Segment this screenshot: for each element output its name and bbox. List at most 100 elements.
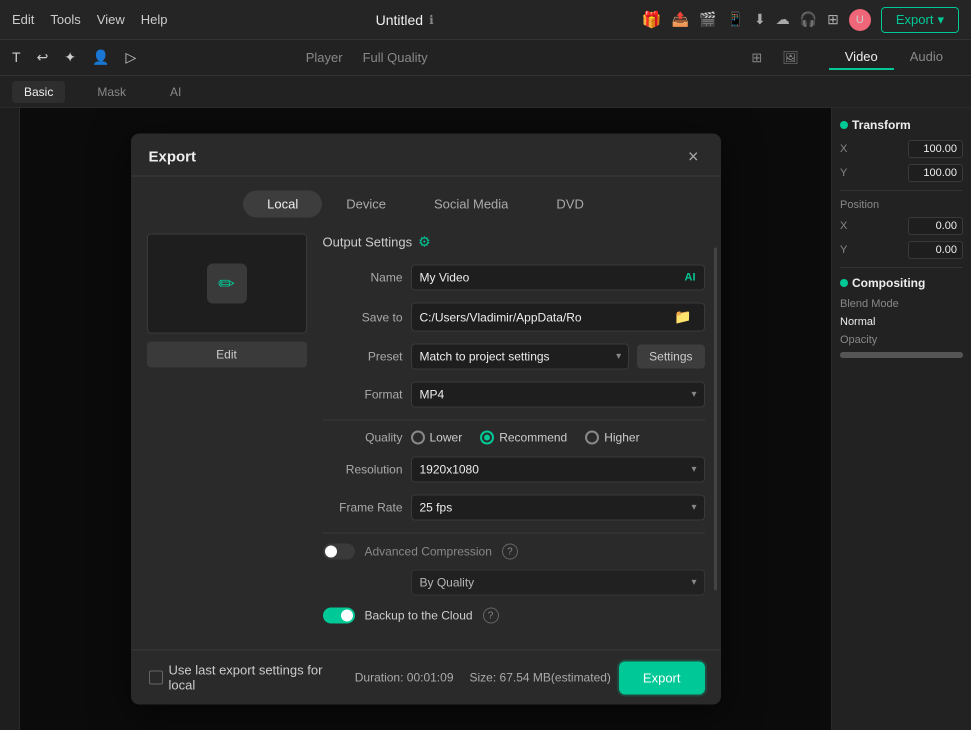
menu-tools[interactable]: Tools [50, 12, 80, 27]
toolbar: T ↩ ✦ 👤 ▷ Player Full Quality ⊞ 🖼 Video … [0, 40, 971, 76]
quality-radio-group: Lower Recommend Higher [411, 431, 640, 445]
quality-lower-radio[interactable] [411, 431, 425, 445]
tab-player[interactable]: Player [306, 46, 343, 69]
project-title: Untitled [376, 12, 423, 28]
modal-tab-dvd[interactable]: DVD [532, 191, 607, 218]
folder-browse-button[interactable]: 📁 [670, 309, 695, 326]
right-properties-panel: Transform X Y Position X Y Compositing B… [831, 108, 971, 730]
compositing-dot [840, 279, 848, 287]
pos-x-input[interactable] [908, 217, 963, 235]
menu-help[interactable]: Help [141, 12, 168, 27]
frame-rate-select-wrapper: 25 fps ▾ [411, 495, 705, 521]
tab-audio[interactable]: Audio [894, 45, 959, 70]
preset-row: Preset Match to project settings ▾ Setti… [323, 344, 705, 370]
last-settings-checkbox[interactable] [149, 671, 163, 685]
modal-header: Export × [131, 134, 721, 177]
upload-icon[interactable]: ☁ [776, 11, 790, 28]
export-modal: Export × Local Device Social Media DVD ✏… [131, 134, 721, 705]
format-select[interactable]: MP4 [411, 382, 705, 408]
menu-edit[interactable]: Edit [12, 12, 34, 27]
save-to-row: Save to 📁 [323, 303, 705, 332]
save-to-label: Save to [323, 310, 403, 324]
modal-tab-device[interactable]: Device [322, 191, 410, 218]
scale-y-input[interactable] [908, 164, 963, 182]
effects-tool[interactable]: 👤 [92, 49, 109, 66]
save-to-input-wrapper: 📁 [411, 303, 705, 332]
scale-x-input[interactable] [908, 140, 963, 158]
export-top-button[interactable]: Export ▾ [881, 7, 959, 33]
edit-thumbnail-button[interactable]: Edit [147, 342, 307, 368]
quality-recommend-radio[interactable] [480, 431, 494, 445]
name-row: Name AI [323, 265, 705, 291]
settings-section: Output Settings ⚙ Name AI Save to [323, 234, 705, 634]
resolution-select[interactable]: 1920x1080 [411, 457, 705, 483]
text-tool[interactable]: T [12, 49, 21, 66]
quality-recommend[interactable]: Recommend [480, 431, 567, 445]
avatar[interactable]: U [849, 9, 871, 31]
tab-mask[interactable]: Mask [85, 81, 138, 103]
name-input-wrapper: AI [411, 265, 705, 291]
shape-tool[interactable]: ✦ [64, 49, 76, 66]
by-quality-select[interactable]: By Quality [411, 570, 705, 596]
preset-select-wrapper: Match to project settings ▾ [411, 344, 630, 370]
quality-higher[interactable]: Higher [585, 431, 639, 445]
quality-label: Quality [323, 431, 403, 445]
preset-settings-button[interactable]: Settings [637, 345, 704, 369]
tab-video[interactable]: Video [829, 45, 894, 70]
preset-select[interactable]: Match to project settings [411, 344, 630, 370]
save-to-input[interactable] [420, 310, 671, 324]
backup-toggle[interactable] [323, 608, 355, 624]
quality-row: Quality Lower Recommend [323, 431, 705, 445]
menu-bar: Edit Tools View Help [12, 12, 167, 27]
opacity-slider[interactable] [840, 352, 963, 358]
advanced-compression-label: Advanced Compression [365, 545, 492, 559]
tab-grid[interactable]: ⊞ [741, 46, 772, 70]
pos-y-row: Y [840, 241, 963, 259]
tab-image[interactable]: 🖼 [772, 46, 809, 70]
format-row: Format MP4 ▾ [323, 382, 705, 408]
tab-basic[interactable]: Basic [12, 81, 65, 103]
backup-row: Backup to the Cloud ? [323, 608, 705, 624]
gift-icon[interactable]: 🎁 [642, 10, 662, 30]
download-icon[interactable]: ⬇ [754, 11, 766, 28]
headset-icon[interactable]: 🎧 [800, 11, 817, 28]
pos-y-input[interactable] [908, 241, 963, 259]
capture-icon[interactable]: 🎬 [699, 11, 716, 28]
blend-mode-label: Blend Mode [840, 298, 899, 310]
format-select-wrapper: MP4 ▾ [411, 382, 705, 408]
modal-close-button[interactable]: × [684, 148, 703, 166]
tab-full-quality[interactable]: Full Quality [363, 46, 428, 69]
advanced-help-icon[interactable]: ? [502, 544, 518, 560]
position-row: Position [840, 199, 963, 211]
modal-title: Export [149, 148, 197, 165]
advanced-compression-toggle[interactable] [323, 544, 355, 560]
export-final-button[interactable]: Export [621, 663, 703, 692]
grid-icon[interactable]: ⊞ [827, 11, 839, 28]
name-input[interactable] [420, 271, 685, 285]
menu-view[interactable]: View [97, 12, 125, 27]
frame-rate-select[interactable]: 25 fps [411, 495, 705, 521]
sticker-tool[interactable]: ▷ [125, 49, 136, 66]
prop-divider-2 [840, 267, 963, 268]
title-info-icon: ℹ [429, 13, 434, 27]
backup-help-icon[interactable]: ? [483, 608, 499, 624]
share-icon[interactable]: 📤 [672, 11, 689, 28]
preset-label: Preset [323, 350, 403, 364]
quality-higher-radio[interactable] [585, 431, 599, 445]
phone-icon[interactable]: 📱 [727, 11, 744, 28]
divider-2 [323, 533, 705, 534]
advanced-compression-row: Advanced Compression ? [323, 544, 705, 560]
resolution-row: Resolution 1920x1080 ▾ [323, 457, 705, 483]
quality-lower[interactable]: Lower [411, 431, 463, 445]
tab-ai[interactable]: AI [158, 81, 193, 103]
format-label: Format [323, 388, 403, 402]
blend-mode-value-row: Normal [840, 316, 963, 328]
topbar: Edit Tools View Help Untitled ℹ 🎁 📤 🎬 📱 … [0, 0, 971, 40]
resolution-label: Resolution [323, 463, 403, 477]
arrow-tool[interactable]: ↩ [37, 49, 49, 66]
frame-rate-row: Frame Rate 25 fps ▾ [323, 495, 705, 521]
modal-tab-local[interactable]: Local [243, 191, 322, 218]
last-settings-row: Use last export settings for local [149, 663, 345, 693]
modal-tab-social[interactable]: Social Media [410, 191, 532, 218]
backup-label: Backup to the Cloud [365, 609, 473, 623]
